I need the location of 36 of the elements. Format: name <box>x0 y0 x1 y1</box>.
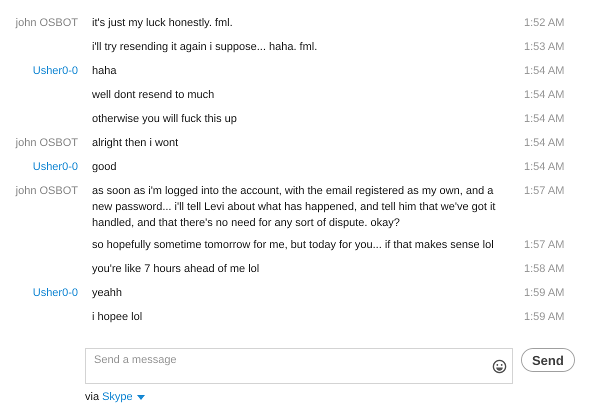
sender-name: Usher0-0 <box>32 64 78 79</box>
message-time: 1:54 AM <box>524 64 566 79</box>
message-text: i'll try resending it again i suppose... haha. fml. <box>92 40 318 55</box>
message-text: so hopefully sometime tomorrow for me, but today for you... if that makes sense lol <box>92 238 495 253</box>
smiley-icon[interactable] <box>492 359 507 374</box>
message-text: otherwise you will fuck this up <box>92 112 238 127</box>
message-text: it's just my luck honestly. fml. <box>92 16 234 31</box>
sender-name: john OSBOT <box>14 184 78 199</box>
message-time: 1:54 AM <box>524 160 566 175</box>
message-time: 1:58 AM <box>524 262 566 277</box>
message-time: 1:53 AM <box>524 40 566 55</box>
sender-name: john OSBOT <box>14 136 78 151</box>
sender-name: Usher0-0 <box>32 160 78 175</box>
caret-icon <box>136 394 145 400</box>
message-text: alright then i wont <box>92 136 180 151</box>
message-text: haha <box>92 64 118 79</box>
message-time: 1:57 AM <box>524 184 566 199</box>
message-time: 1:54 AM <box>524 112 566 127</box>
message-field[interactable]: Send a message <box>85 348 513 384</box>
message-text: good <box>92 160 118 175</box>
message-time: 1:59 AM <box>524 310 566 325</box>
message-text: you're like 7 hours ahead of me lol <box>92 262 260 277</box>
message-text: well dont resend to much <box>92 88 216 103</box>
via-label: via <box>85 391 100 403</box>
message-text: i hopee lol <box>92 310 144 325</box>
message-text: as soon as i'm logged into the account, with the email registered as my own, and a new password... i'll tell Levi about what has happened, and tell him that we've got it handled, and that there's no need for any sort of dispute. okay? <box>92 184 496 231</box>
message-time: 1:57 AM <box>524 238 566 253</box>
message-time: 1:54 AM <box>524 88 566 103</box>
message-time: 1:59 AM <box>524 286 566 301</box>
sender-name: john OSBOT <box>14 16 78 31</box>
send-button[interactable]: Send <box>521 348 575 372</box>
message-text: yeahh <box>92 286 123 301</box>
sender-name: Usher0-0 <box>32 286 78 301</box>
message-time: 1:54 AM <box>524 136 566 151</box>
service-dropdown[interactable]: Skype <box>102 391 145 403</box>
message-time: 1:52 AM <box>524 16 566 31</box>
